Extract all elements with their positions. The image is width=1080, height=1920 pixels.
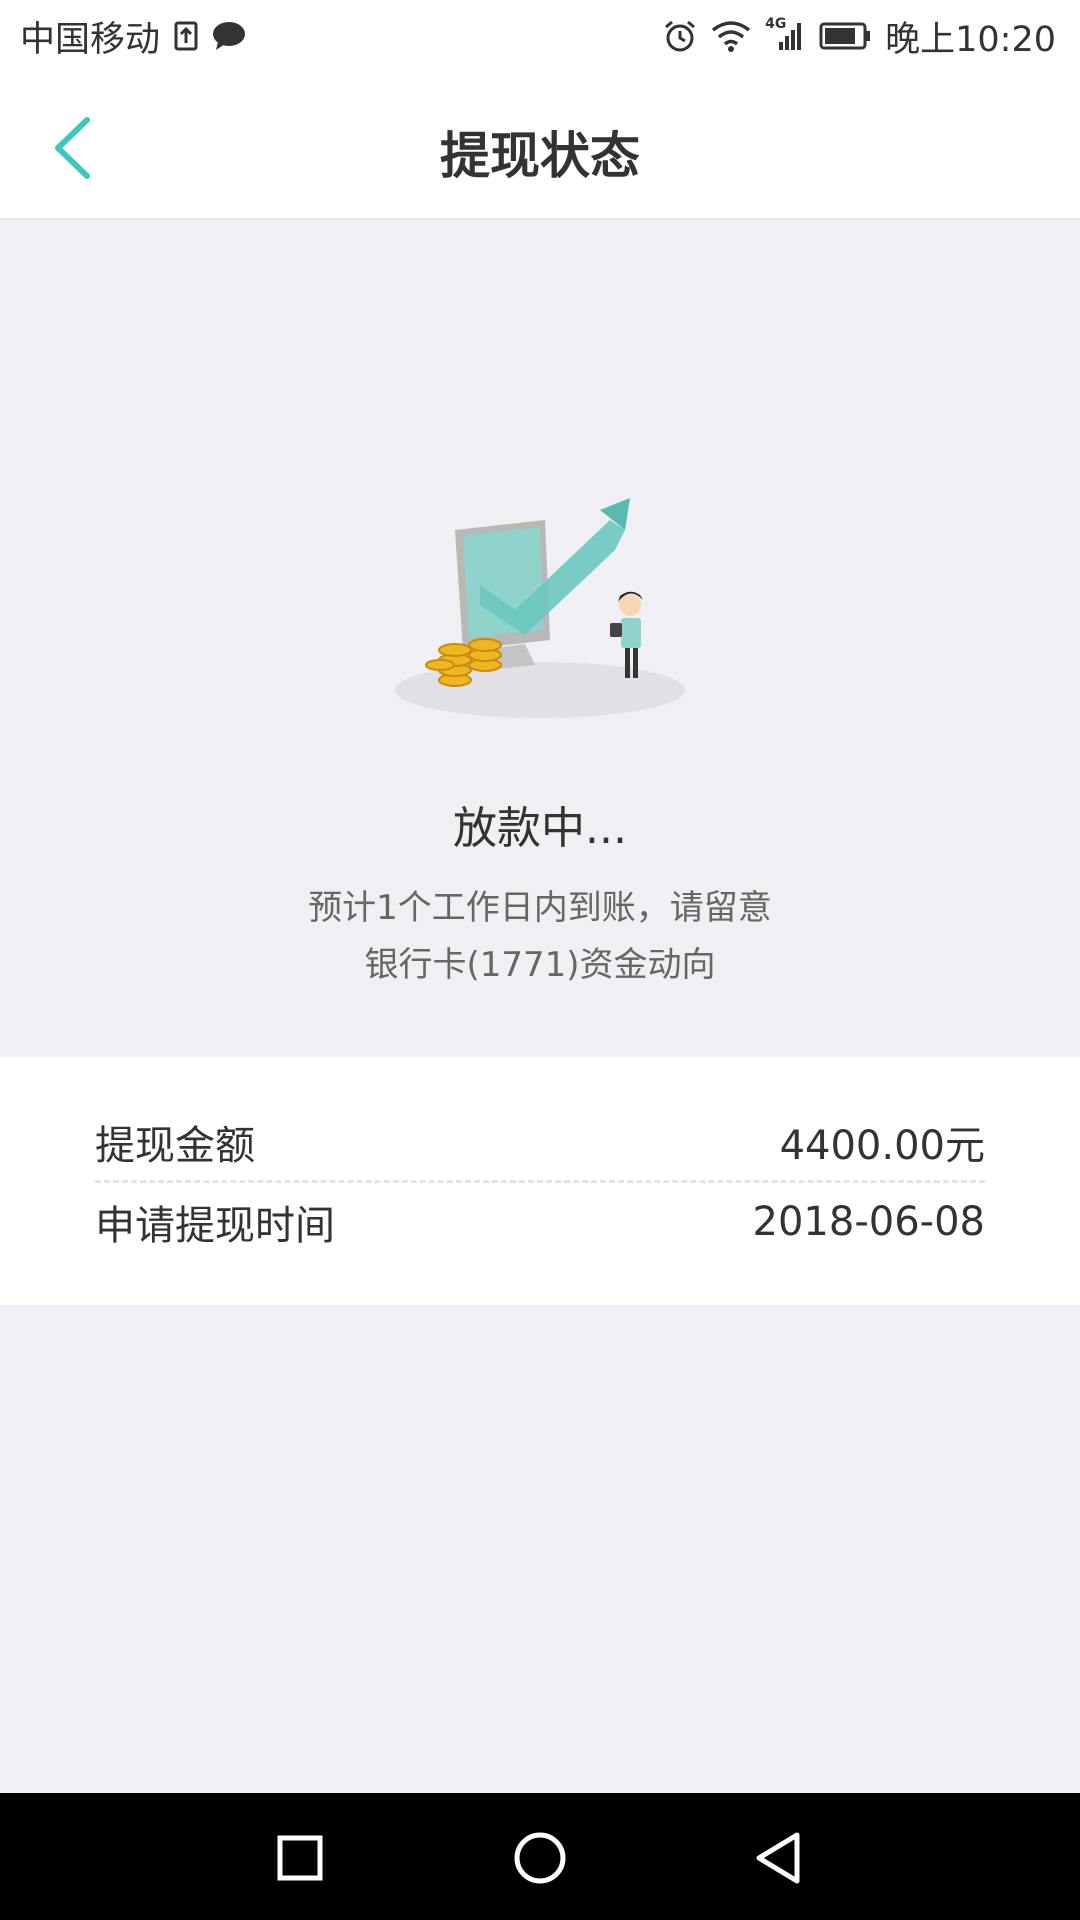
battery-icon [819,22,871,50]
status-description-line-2: 银行卡(1771)资金动向 [364,945,716,985]
upload-icon [174,21,198,51]
amount-row: 提现金额 4400.00元 [95,1102,985,1182]
triangle-back-icon [756,1832,800,1884]
circle-icon [514,1832,566,1884]
chat-bubble-icon [212,21,246,51]
status-description-line-1: 预计1个工作日内到账，请留意 [308,888,772,928]
date-label: 申请提现时间 [95,1203,335,1249]
alarm-icon [663,19,697,53]
status-section: 放款中... 预计1个工作日内到账，请留意 银行卡(1771)资金动向 [0,220,1080,1057]
page-title: 提现状态 [440,127,640,185]
square-icon [277,1835,323,1881]
wifi-icon [711,20,751,52]
system-back-button[interactable] [745,1823,815,1893]
clock-label: 晚上10:20 [885,19,1056,60]
status-description: 预计1个工作日内到账，请留意 银行卡(1771)资金动向 [0,880,1080,994]
network-type-label: 4G [765,16,787,32]
withdrawal-details-card: 提现金额 4400.00元 申请提现时间 2018-06-08 [0,1057,1080,1305]
status-bar-left: 中国移动 [20,11,246,62]
withdrawal-illustration [385,490,695,940]
status-bar: 中国移动 4G 晚上10:20 [0,0,1080,72]
amount-value: 4400.00元 [779,1123,985,1169]
nav-header: 提现状态 [0,72,1080,220]
date-value: 2018-06-08 [752,1199,985,1245]
date-row: 申请提现时间 2018-06-08 [95,1182,985,1262]
status-bar-right: 4G 晚上10:20 [663,11,1056,62]
status-heading: 放款中... [453,803,627,854]
home-button[interactable] [505,1823,575,1893]
recent-apps-button[interactable] [265,1823,335,1893]
system-nav-bar [0,1793,1080,1920]
amount-label: 提现金额 [95,1123,255,1169]
carrier-label: 中国移动 [20,19,161,60]
signal-icon: 4G [765,16,805,52]
